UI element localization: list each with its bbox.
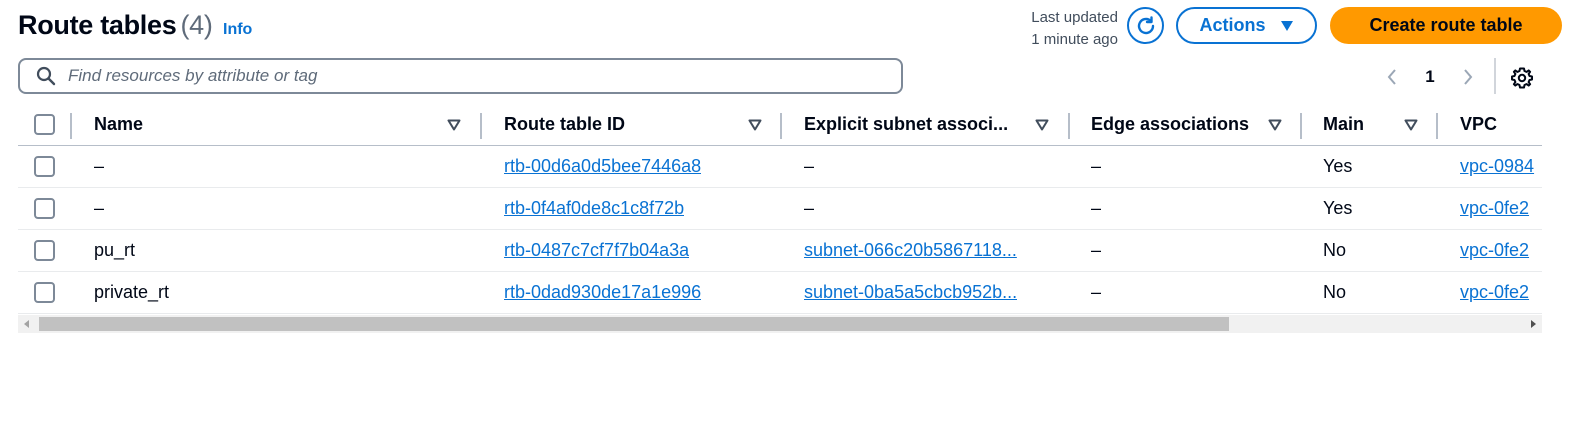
table-header: Name Route table ID Explicit subnet asso… xyxy=(18,105,1542,146)
route-table-id-link[interactable]: rtb-0f4af0de8c1c8f72b xyxy=(504,198,684,219)
vpc-link[interactable]: vpc-0984 xyxy=(1460,156,1542,177)
column-header-route-table-id[interactable]: Route table ID xyxy=(504,114,625,135)
table-row[interactable]: – rtb-0f4af0de8c1c8f72b – – Yes vpc-0fe2 xyxy=(18,188,1542,230)
vpc-link[interactable]: vpc-0fe2 xyxy=(1460,282,1542,303)
cell-edge: – xyxy=(1091,198,1102,218)
create-route-table-button[interactable]: Create route table xyxy=(1330,7,1562,44)
cell-edge: – xyxy=(1091,240,1102,260)
page-title-text: Route tables xyxy=(18,10,177,40)
horizontal-scrollbar[interactable] xyxy=(18,315,1542,333)
cell-main: Yes xyxy=(1323,156,1353,176)
cell-name: – xyxy=(94,198,105,218)
search-input[interactable] xyxy=(68,66,868,86)
select-all-checkbox[interactable] xyxy=(34,114,55,135)
scroll-left-arrow-icon[interactable] xyxy=(24,320,29,328)
page-title: Route tables (4) xyxy=(18,10,213,41)
last-updated: Last updated 1 minute ago xyxy=(1018,7,1118,51)
cell-main: No xyxy=(1323,282,1347,302)
column-header-vpc[interactable]: VPC xyxy=(1460,114,1497,135)
row-checkbox[interactable] xyxy=(34,198,55,219)
search-bar[interactable] xyxy=(18,58,903,94)
refresh-button[interactable] xyxy=(1127,7,1164,44)
row-checkbox[interactable] xyxy=(34,282,55,303)
sort-icon[interactable] xyxy=(748,119,762,131)
table-row[interactable]: private_rt rtb-0dad930de17a1e996 subnet-… xyxy=(18,272,1542,314)
info-link[interactable]: Info xyxy=(223,21,252,39)
page-number[interactable]: 1 xyxy=(1404,67,1456,87)
column-header-edge-associations[interactable]: Edge associations xyxy=(1091,114,1249,135)
caret-down-icon xyxy=(1280,20,1293,31)
resource-count: (4) xyxy=(180,10,213,40)
column-header-explicit-subnet[interactable]: Explicit subnet associ... xyxy=(804,114,1008,135)
vpc-link[interactable]: vpc-0fe2 xyxy=(1460,240,1542,261)
row-checkbox[interactable] xyxy=(34,156,55,177)
sort-icon[interactable] xyxy=(1035,119,1049,131)
cell-main: No xyxy=(1323,240,1347,260)
subnet-link[interactable]: subnet-0ba5a5cbcb952b... xyxy=(804,282,1017,303)
column-separator[interactable] xyxy=(780,113,782,139)
cell-edge: – xyxy=(1091,156,1102,176)
column-header-name[interactable]: Name xyxy=(94,114,143,135)
column-separator[interactable] xyxy=(480,113,482,139)
pagination: 1 xyxy=(1380,60,1480,94)
scrollbar-thumb[interactable] xyxy=(39,317,1229,331)
column-separator[interactable] xyxy=(1436,113,1438,139)
search-icon xyxy=(36,66,56,86)
last-updated-time: 1 minute ago xyxy=(1031,31,1118,48)
table-row[interactable]: – rtb-00d6a0d5bee7446a8 – – Yes vpc-0984 xyxy=(18,146,1542,188)
column-separator[interactable] xyxy=(1068,113,1070,139)
route-table-id-link[interactable]: rtb-0dad930de17a1e996 xyxy=(504,282,701,303)
vpc-link[interactable]: vpc-0fe2 xyxy=(1460,198,1542,219)
page-header: Route tables (4) Info Last updated 1 minu… xyxy=(18,0,1578,56)
cell-edge: – xyxy=(1091,282,1102,302)
sort-icon[interactable] xyxy=(1268,119,1282,131)
route-table-id-link[interactable]: rtb-00d6a0d5bee7446a8 xyxy=(504,156,701,177)
route-tables-table: Name Route table ID Explicit subnet asso… xyxy=(18,105,1542,314)
row-checkbox[interactable] xyxy=(34,240,55,261)
column-separator xyxy=(70,113,72,139)
preferences-button[interactable] xyxy=(1508,64,1536,92)
cell-main: Yes xyxy=(1323,198,1353,218)
last-updated-label: Last updated xyxy=(1031,9,1118,26)
route-table-id-link[interactable]: rtb-0487c7cf7f7b04a3a xyxy=(504,240,689,261)
actions-button[interactable]: Actions xyxy=(1176,7,1317,44)
gear-icon xyxy=(1511,67,1533,89)
cell-subnet: – xyxy=(804,198,815,218)
cell-name: – xyxy=(94,156,105,176)
next-page-button[interactable] xyxy=(1456,68,1480,86)
column-separator[interactable] xyxy=(1300,113,1302,139)
table-row[interactable]: pu_rt rtb-0487c7cf7f7b04a3a subnet-066c2… xyxy=(18,230,1542,272)
cell-name: pu_rt xyxy=(94,240,136,260)
cell-name: private_rt xyxy=(94,282,170,302)
pagination-divider xyxy=(1494,58,1496,94)
actions-label: Actions xyxy=(1199,15,1266,35)
chevron-right-icon xyxy=(1464,69,1473,85)
sort-icon[interactable] xyxy=(1404,119,1418,131)
refresh-icon xyxy=(1137,15,1154,34)
sort-icon[interactable] xyxy=(447,119,461,131)
column-header-main[interactable]: Main xyxy=(1323,114,1364,135)
scroll-right-arrow-icon[interactable] xyxy=(1531,320,1536,328)
cell-subnet: – xyxy=(804,156,815,176)
subnet-link[interactable]: subnet-066c20b5867118... xyxy=(804,240,1017,261)
chevron-left-icon xyxy=(1387,69,1396,85)
previous-page-button[interactable] xyxy=(1380,68,1404,86)
